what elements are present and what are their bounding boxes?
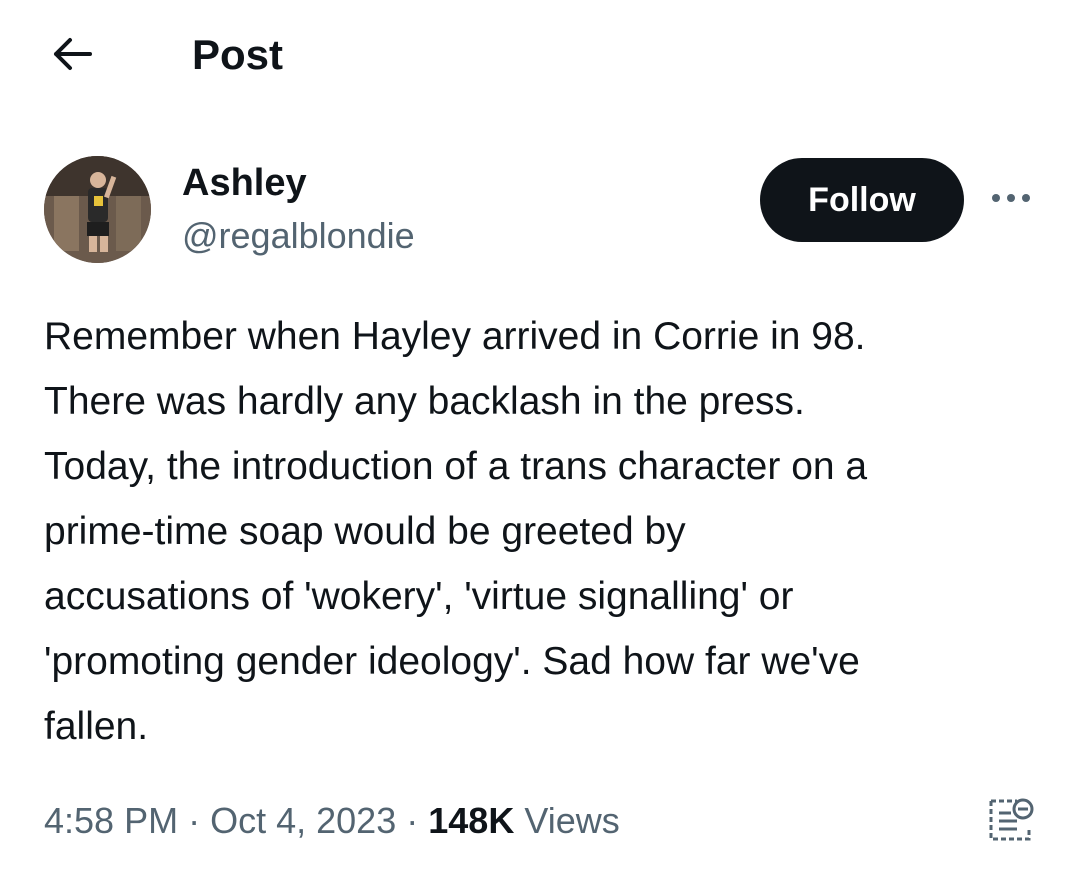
post-analytics-button[interactable] xyxy=(984,794,1038,850)
post-metadata: 4:58 PM · Oct 4, 2023 · 148K Views xyxy=(44,796,620,846)
avatar[interactable] xyxy=(44,156,151,263)
post-text: Remember when Hayley arrived in Corrie i… xyxy=(44,315,868,748)
views-label: Views xyxy=(524,800,620,841)
arrow-left-icon xyxy=(50,36,94,77)
more-dots-icon xyxy=(990,191,1032,209)
post-analytics-icon xyxy=(987,795,1035,850)
author-name[interactable]: Ashley xyxy=(182,160,307,206)
post-date[interactable]: Oct 4, 2023 xyxy=(210,800,396,841)
more-options-button[interactable] xyxy=(986,182,1036,218)
top-bar: Post xyxy=(0,0,1080,110)
post-time[interactable]: 4:58 PM xyxy=(44,800,178,841)
follow-button[interactable]: Follow xyxy=(760,158,964,242)
separator-dot: · xyxy=(406,800,419,841)
page-title: Post xyxy=(192,31,284,78)
author-handle[interactable]: @regalblondie xyxy=(182,214,415,258)
separator-dot: · xyxy=(188,800,201,841)
views-count: 148K xyxy=(428,800,515,841)
back-button[interactable] xyxy=(44,28,100,84)
